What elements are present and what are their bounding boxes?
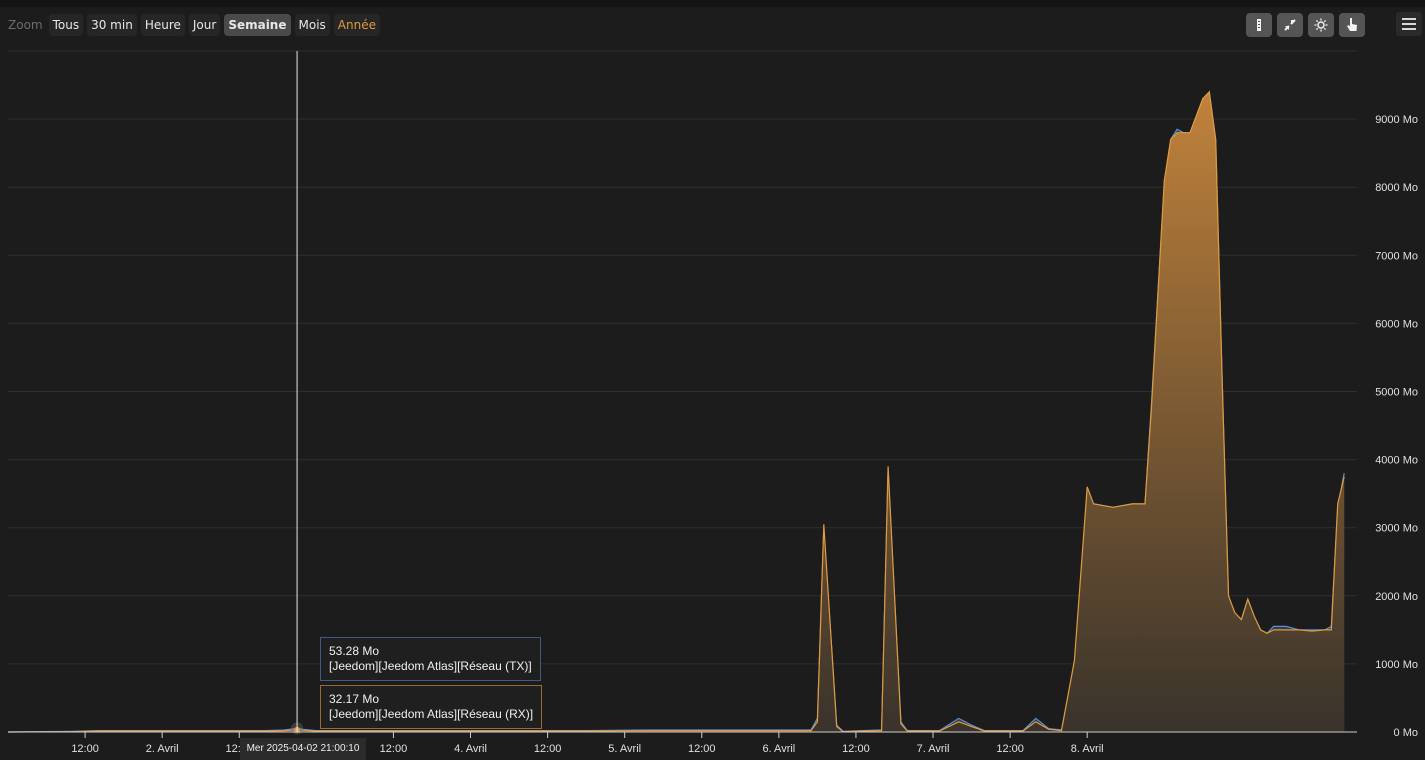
tooltip-tx: 53.28 Mo [Jeedom][Jeedom Atlas][Réseau (… (320, 637, 541, 681)
x-tick-label: 12:00 (842, 743, 870, 755)
x-tick-label: 12:00 (996, 743, 1024, 755)
y-tick-label: 9000 Mo (1375, 114, 1418, 126)
zoom-bar: Zoom Tous 30 min Heure Jour Semaine Mois… (8, 14, 380, 36)
x-tick-label: 7. Avril (917, 743, 950, 755)
chart-toolbar (1246, 13, 1365, 37)
hamburger-menu-icon (1402, 18, 1416, 30)
series-group (7, 90, 1345, 735)
y-tick-label: 1000 Mo (1375, 659, 1418, 671)
x-tick-label: 12:00 (380, 743, 408, 755)
tooltip-rx-value: 32.17 Mo (329, 692, 380, 706)
y-tick-label: 4000 Mo (1375, 455, 1418, 467)
zoom-year-button[interactable]: Année (333, 14, 380, 36)
y-tick-label: 3000 Mo (1375, 523, 1418, 535)
y-tick-label: 7000 Mo (1375, 250, 1418, 262)
y-tick-label: 0 Mo (1394, 727, 1418, 739)
compare-icon (1284, 19, 1296, 31)
x-tick-label: 2. Avril (146, 743, 179, 755)
y-tick-label: 6000 Mo (1375, 318, 1418, 330)
x-tick-label: 6. Avril (762, 743, 795, 755)
theme-icon (1314, 18, 1328, 32)
y-tick-label: 8000 Mo (1375, 182, 1418, 194)
y-tick-label: 2000 Mo (1375, 591, 1418, 603)
zoom-day-button[interactable]: Jour (188, 14, 221, 36)
compare-toggle-button[interactable] (1277, 13, 1303, 37)
theme-toggle-button[interactable] (1308, 13, 1334, 37)
x-axis-ticks: 12:00 2. Avril 12:00 12:00 4. Avril 12:00 5. A… (71, 732, 1104, 755)
tooltip-tx-series: [Jeedom][Jeedom Atlas][Réseau (TX)] (329, 659, 532, 673)
chart-context-menu-button[interactable] (1396, 12, 1422, 36)
x-tick-label: 8. Avril (1071, 743, 1104, 755)
zoom-week-button[interactable]: Semaine (224, 14, 291, 36)
network-area-chart: 12:00 2. Avril 12:00 12:00 4. Avril 12:00 5. A… (7, 50, 1418, 755)
y-tick-label: 5000 Mo (1375, 387, 1418, 399)
tooltip-rx-series: [Jeedom][Jeedom Atlas][Réseau (RX)] (329, 707, 534, 721)
tooltip-tx-value: 53.28 Mo (329, 644, 380, 658)
pointer-icon (1347, 18, 1357, 31)
zoom-label: Zoom (8, 18, 43, 32)
zoom-30min-button[interactable]: 30 min (87, 14, 137, 36)
x-tick-label: 12:00 (71, 743, 99, 755)
zoom-all-button[interactable]: Tous (48, 14, 84, 36)
zoom-month-button[interactable]: Mois (294, 14, 330, 36)
navigator-toggle-button[interactable] (1246, 13, 1272, 37)
y-axis-ticks: 0 Mo 1000 Mo 2000 Mo 3000 Mo 4000 Mo 5000 Mo 6… (1375, 114, 1418, 739)
crosshair-x-label: Mer 2025-04-02 21:00:10 (240, 738, 366, 760)
x-tick-label: 12:00 (688, 743, 716, 755)
x-tick-label: 4. Avril (454, 743, 487, 755)
x-tick-label: 12:00 (534, 743, 562, 755)
pointer-toggle-button[interactable] (1339, 13, 1365, 37)
zoom-hour-button[interactable]: Heure (140, 14, 185, 36)
navigator-icon (1257, 19, 1261, 31)
tooltip-rx: 32.17 Mo [Jeedom][Jeedom Atlas][Réseau (… (320, 685, 543, 729)
x-tick-label: 5. Avril (608, 743, 641, 755)
series-area-1 (8, 91, 1345, 732)
